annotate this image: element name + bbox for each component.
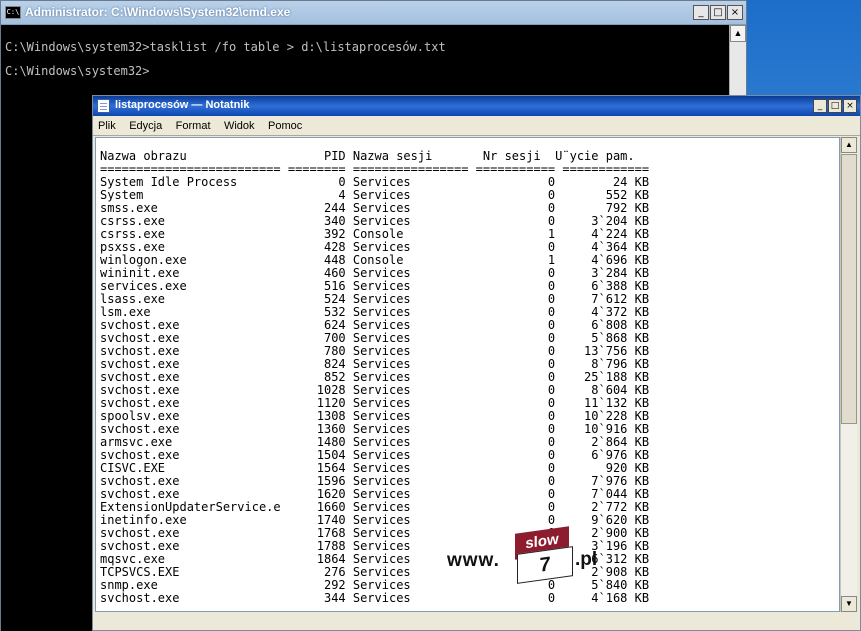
cmd-close-button[interactable]: ×	[727, 5, 743, 20]
notepad-window-controls: _ □ ×	[813, 99, 857, 113]
watermark-www: www.	[447, 550, 500, 571]
menu-pomoc[interactable]: Pomoc	[263, 117, 306, 132]
menu-plik[interactable]: Plik	[93, 117, 120, 132]
cmd-line: C:\Windows\system32>tasklist /fo table >…	[5, 40, 446, 54]
notepad-scroll-down-icon[interactable]: ▼	[841, 596, 857, 612]
notepad-close-button[interactable]: ×	[843, 99, 857, 113]
cmd-line: C:\Windows\system32>	[5, 64, 150, 78]
notepad-window-title: listaprocesów — Notatnik	[115, 99, 250, 111]
cmd-titlebar[interactable]: C:\ Administrator: C:\Windows\System32\c…	[1, 1, 746, 25]
cmd-maximize-button[interactable]: □	[710, 5, 726, 20]
notepad-menubar: Plik Edycja Format Widok Pomoc	[93, 116, 860, 136]
cmd-app-icon: C:\	[5, 6, 21, 19]
cmd-window-title: Administrator: C:\Windows\System32\cmd.e…	[25, 5, 291, 19]
menu-format[interactable]: Format	[171, 117, 215, 132]
cmd-window-controls: _ □ ×	[693, 5, 743, 20]
notepad-app-icon	[97, 99, 110, 113]
notepad-maximize-button[interactable]: □	[828, 99, 842, 113]
watermark-seven: 7	[517, 546, 573, 584]
notepad-vertical-scrollbar[interactable]: ▲ ▼	[840, 137, 857, 612]
watermark-pl: .pl	[575, 549, 598, 570]
slow7-watermark-logo: www. slow 7 .pl	[447, 526, 607, 584]
notepad-bottom-edge	[95, 612, 857, 629]
menu-edycja[interactable]: Edycja	[124, 117, 166, 132]
notepad-scroll-up-icon[interactable]: ▲	[841, 137, 857, 153]
cmd-scroll-up-icon[interactable]: ▲	[730, 25, 746, 42]
notepad-scroll-thumb[interactable]	[841, 154, 857, 424]
cmd-minimize-button[interactable]: _	[693, 5, 709, 20]
menu-widok[interactable]: Widok	[219, 117, 259, 132]
notepad-minimize-button[interactable]: _	[813, 99, 827, 113]
notepad-titlebar[interactable]: listaprocesów — Notatnik _ □ ×	[93, 96, 860, 116]
